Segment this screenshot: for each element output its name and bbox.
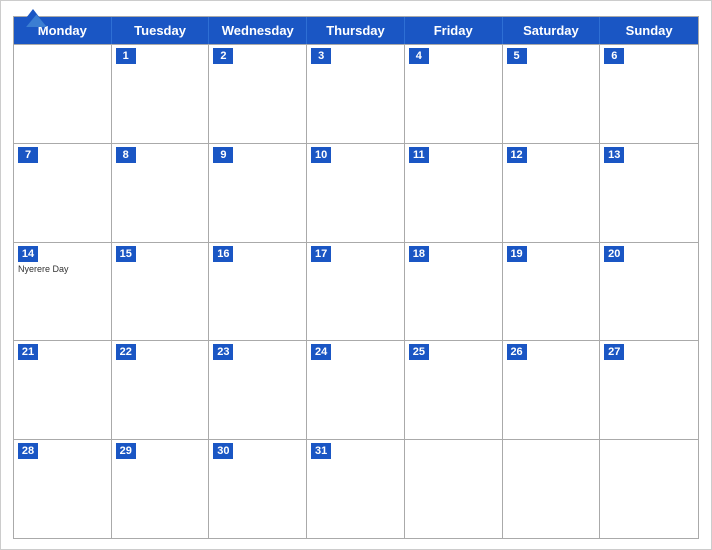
calendar-container: MondayTuesdayWednesdayThursdayFridaySatu… [0,0,712,550]
day-number: 17 [311,246,331,262]
day-cell: 29 [112,440,210,538]
day-number: 1 [116,48,136,64]
day-number: 24 [311,344,331,360]
week-row-1: 7 8 9 10 11 12 13 [14,143,698,242]
day-cell: 30 [209,440,307,538]
day-number: 21 [18,344,38,360]
day-number: 18 [409,246,429,262]
day-number: 11 [409,147,429,163]
day-cell: 5 [503,45,601,143]
day-cell: 8 [112,144,210,242]
logo-icon [19,9,47,27]
day-number: 29 [116,443,136,459]
day-number: 25 [409,344,429,360]
day-number: 19 [507,246,527,262]
day-cell: 24 [307,341,405,439]
day-header-thursday: Thursday [307,17,405,44]
day-number: 3 [311,48,331,64]
day-cell: 31 [307,440,405,538]
day-number: 4 [409,48,429,64]
day-cell: 17 [307,243,405,341]
calendar-header [1,1,711,16]
day-cell: 28 [14,440,112,538]
day-number: 5 [507,48,527,64]
day-number: 10 [311,147,331,163]
day-cell: 20 [600,243,698,341]
day-cell: 23 [209,341,307,439]
calendar-grid: MondayTuesdayWednesdayThursdayFridaySatu… [13,16,699,539]
day-header-wednesday: Wednesday [209,17,307,44]
day-number: 20 [604,246,624,262]
day-header-tuesday: Tuesday [112,17,210,44]
day-cell: 22 [112,341,210,439]
day-cell: 10 [307,144,405,242]
day-number [409,443,429,459]
day-cell: 14 Nyerere Day [14,243,112,341]
day-number: 13 [604,147,624,163]
day-cell: 16 [209,243,307,341]
day-cell: 9 [209,144,307,242]
day-number: 15 [116,246,136,262]
day-header-saturday: Saturday [503,17,601,44]
day-cell: 26 [503,341,601,439]
day-cell: 6 [600,45,698,143]
day-cell: 3 [307,45,405,143]
day-cell: 11 [405,144,503,242]
day-header-sunday: Sunday [600,17,698,44]
day-cell: 4 [405,45,503,143]
day-number: 23 [213,344,233,360]
day-cell [405,440,503,538]
day-cell: 27 [600,341,698,439]
week-row-2: 14 Nyerere Day 15 16 17 18 19 20 [14,242,698,341]
day-cell: 2 [209,45,307,143]
day-cell: 13 [600,144,698,242]
day-number: 31 [311,443,331,459]
day-cell: 12 [503,144,601,242]
day-number: 12 [507,147,527,163]
day-number: 28 [18,443,38,459]
day-cell: 7 [14,144,112,242]
day-cell: 15 [112,243,210,341]
day-cell [600,440,698,538]
day-number: 8 [116,147,136,163]
day-cell: 25 [405,341,503,439]
day-headers: MondayTuesdayWednesdayThursdayFridaySatu… [14,17,698,44]
weeks: 1234567891011121314Nyerere Day1516171819… [14,44,698,538]
day-cell [503,440,601,538]
day-cell: 21 [14,341,112,439]
day-header-friday: Friday [405,17,503,44]
week-row-0: 1 2 3 4 5 6 [14,44,698,143]
day-number: 9 [213,147,233,163]
day-number: 14 [18,246,38,262]
day-cell: 18 [405,243,503,341]
logo [19,9,47,29]
day-number: 27 [604,344,624,360]
day-number: 22 [116,344,136,360]
day-number: 30 [213,443,233,459]
day-cell [14,45,112,143]
day-number: 6 [604,48,624,64]
day-number: 26 [507,344,527,360]
day-number: 2 [213,48,233,64]
day-number: 16 [213,246,233,262]
week-row-3: 21 22 23 24 25 26 27 [14,340,698,439]
day-number [507,443,527,459]
day-cell: 19 [503,243,601,341]
day-number [18,48,38,64]
holiday-label: Nyerere Day [18,264,107,275]
day-number: 7 [18,147,38,163]
day-cell: 1 [112,45,210,143]
week-row-4: 28 29 30 31 [14,439,698,538]
day-number [604,443,624,459]
